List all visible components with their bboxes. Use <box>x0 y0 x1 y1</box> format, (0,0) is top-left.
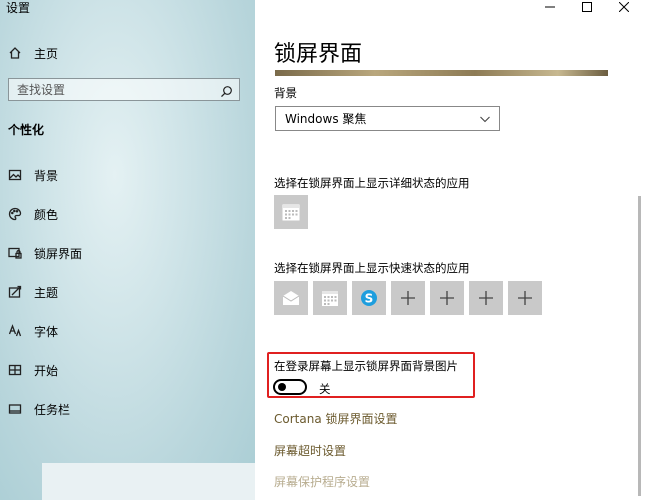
signin-background-label: 在登录屏幕上显示锁屏界面背景图片 <box>274 359 458 373</box>
sidebar-item-label: 主页 <box>34 46 59 61</box>
sidebar-item-label: 任务栏 <box>34 402 71 417</box>
sidebar-item-background[interactable]: 背景 <box>8 164 58 186</box>
mail-icon <box>282 291 300 305</box>
taskbar-icon <box>8 402 22 416</box>
signin-background-toggle[interactable] <box>273 379 307 395</box>
window-title: 设置 <box>6 1 31 15</box>
search-box[interactable] <box>8 78 240 101</box>
quick-status-tile-skype[interactable]: S <box>352 281 386 315</box>
page-title: 锁屏界面 <box>274 42 363 67</box>
sidebar-item-label: 字体 <box>34 324 59 339</box>
calendar-icon <box>282 204 300 221</box>
plus-icon <box>479 291 493 305</box>
plus-icon <box>518 291 532 305</box>
sidebar-item-themes[interactable]: 主题 <box>8 281 58 303</box>
toggle-state-label: 关 <box>319 382 331 396</box>
quick-status-tile-calendar[interactable] <box>313 281 347 315</box>
quick-status-tile-add[interactable] <box>430 281 464 315</box>
screen-timeout-link[interactable]: 屏幕超时设置 <box>274 442 346 459</box>
quick-status-tile-add[interactable] <box>508 281 542 315</box>
close-icon <box>619 2 629 12</box>
calendar-icon <box>322 291 338 306</box>
detailed-status-app-tile[interactable] <box>274 195 308 229</box>
plus-icon <box>440 291 454 305</box>
theme-icon <box>8 285 22 299</box>
quick-status-label: 选择在锁屏界面上显示快速状态的应用 <box>274 261 470 275</box>
search-icon[interactable] <box>220 83 233 98</box>
sidebar-item-label: 锁屏界面 <box>34 246 83 261</box>
plus-icon <box>401 291 415 305</box>
minimize-button[interactable] <box>538 0 562 14</box>
quick-status-tile-add[interactable] <box>469 281 503 315</box>
scrollbar[interactable] <box>638 196 641 496</box>
lock-screen-icon <box>8 246 22 260</box>
cortana-lock-screen-link[interactable]: Cortana 锁屏界面设置 <box>274 410 398 427</box>
image-icon <box>8 168 22 182</box>
palette-icon <box>8 207 22 221</box>
svg-text:S: S <box>365 292 374 306</box>
minimize-icon <box>545 6 555 8</box>
sidebar-item-home[interactable]: 主页 <box>8 42 58 64</box>
sidebar-item-colors[interactable]: 颜色 <box>8 203 58 225</box>
toggle-knob <box>278 383 286 391</box>
close-button[interactable] <box>612 0 636 14</box>
sidebar: 设置 主页 个性化 背景 颜色 锁屏界面 主题 <box>0 0 255 500</box>
sidebar-item-label: 颜色 <box>34 207 59 222</box>
screen-saver-link[interactable]: 屏幕保护程序设置 <box>274 473 370 490</box>
background-dropdown[interactable]: Windows 聚焦 <box>275 106 500 131</box>
background-dropdown-value: Windows 聚焦 <box>285 112 367 126</box>
sidebar-item-label: 主题 <box>34 285 59 300</box>
sidebar-item-taskbar[interactable]: 任务栏 <box>8 398 70 420</box>
chevron-down-icon <box>480 116 490 123</box>
maximize-icon <box>582 2 592 12</box>
section-title: 个性化 <box>8 123 45 137</box>
sidebar-item-start[interactable]: 开始 <box>8 359 58 381</box>
search-input[interactable] <box>9 79 217 100</box>
font-icon <box>8 324 22 338</box>
quick-status-tile-mail[interactable] <box>274 281 308 315</box>
detailed-status-label: 选择在锁屏界面上显示详细状态的应用 <box>274 176 470 190</box>
sidebar-item-label: 背景 <box>34 168 59 183</box>
home-icon <box>8 46 22 60</box>
sidebar-item-lock-screen[interactable]: 锁屏界面 <box>8 242 82 264</box>
sidebar-item-fonts[interactable]: 字体 <box>8 320 58 342</box>
sidebar-bottom-panel <box>42 463 255 500</box>
lock-screen-preview <box>275 70 608 76</box>
quick-status-tile-add[interactable] <box>391 281 425 315</box>
maximize-button[interactable] <box>575 0 599 14</box>
start-icon <box>8 363 22 377</box>
background-label: 背景 <box>274 86 297 100</box>
skype-icon: S <box>361 290 377 306</box>
main-content: 锁屏界面 背景 Windows 聚焦 选择在锁屏界面上显示详细状态的应用 选择在… <box>255 0 646 500</box>
sidebar-item-label: 开始 <box>34 363 59 378</box>
